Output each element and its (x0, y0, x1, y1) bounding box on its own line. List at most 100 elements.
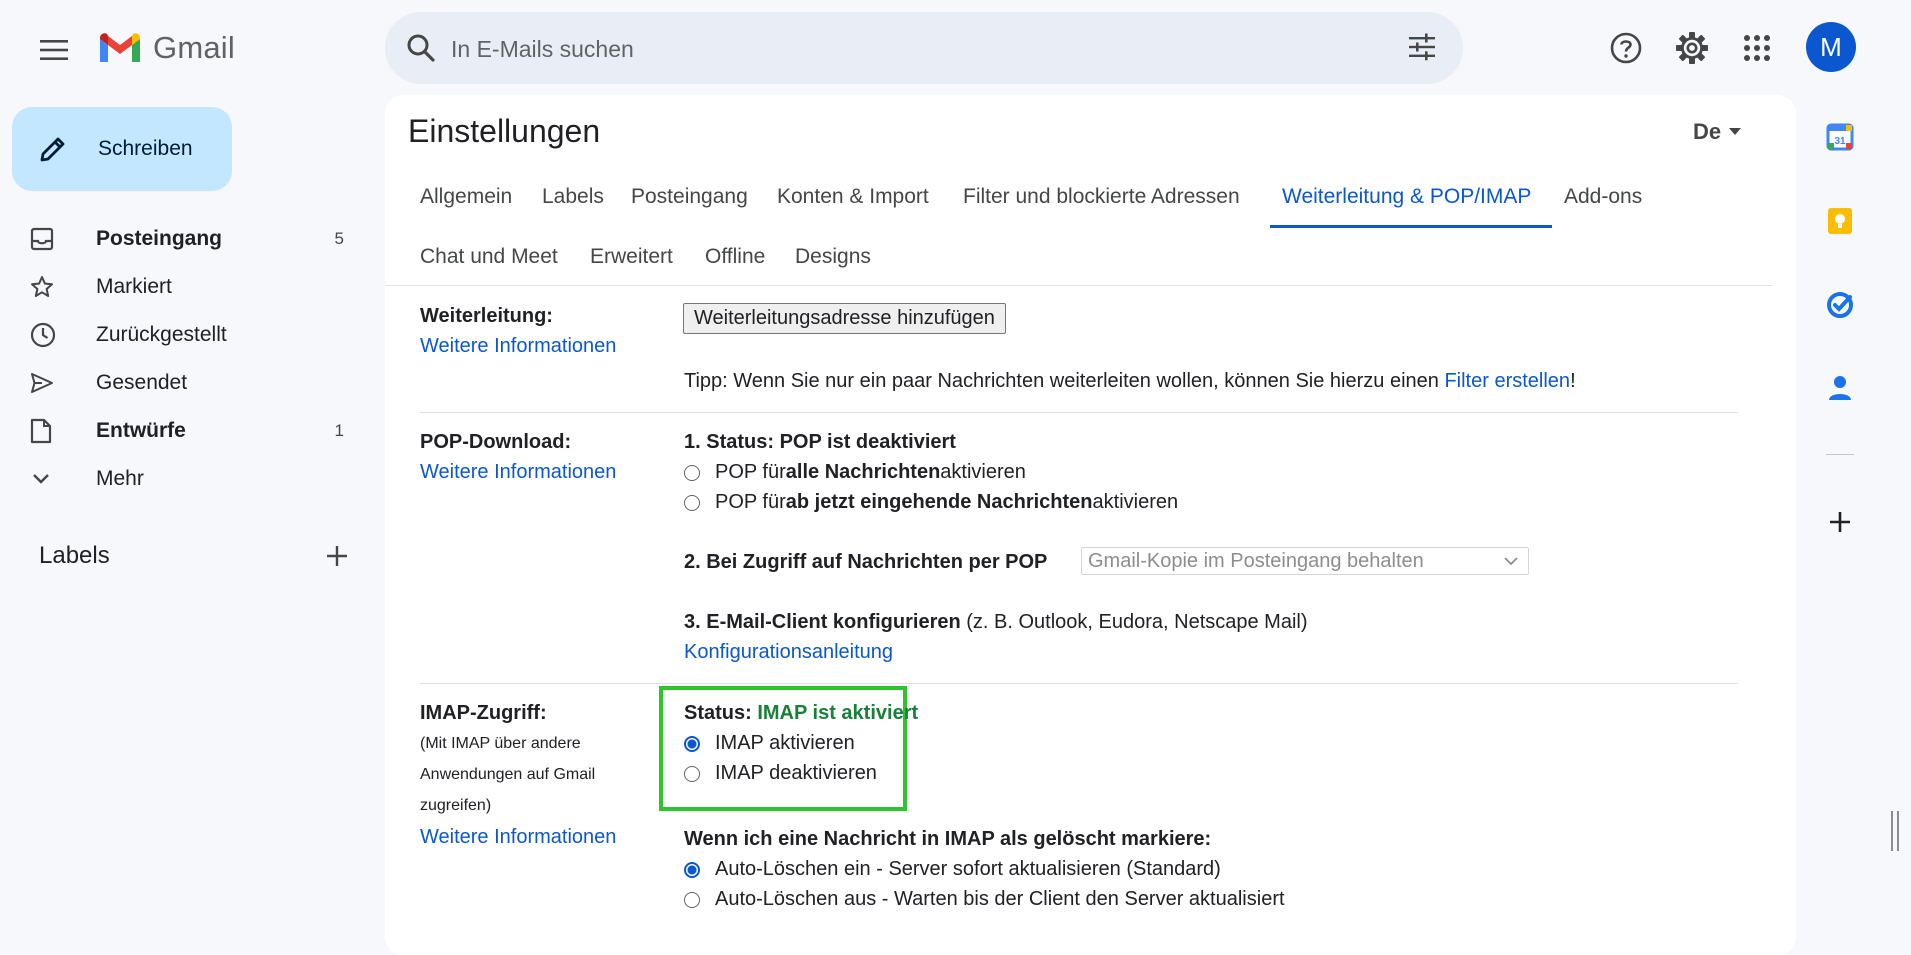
language-badge: De (1693, 119, 1722, 144)
autodelete-on-option[interactable]: Auto-Löschen ein - Server sofort aktuali… (684, 858, 1221, 881)
configure-client-examples: (z. B. Outlook, Eudora, Netscape Mail) (960, 611, 1308, 633)
side-panel-divider (1826, 454, 1854, 455)
contacts-app-button[interactable] (1818, 366, 1862, 410)
settings-button[interactable] (1668, 24, 1716, 72)
help-icon (1609, 31, 1643, 65)
radio-button[interactable] (684, 464, 700, 481)
sidebar-item-label: Posteingang (96, 227, 223, 250)
tab-offline[interactable]: Offline (705, 245, 765, 285)
clock-icon (30, 322, 66, 348)
sidebar-item-more[interactable]: Mehr (30, 457, 350, 501)
tab-accounts-import[interactable]: Konten & Import (777, 185, 929, 225)
sidebar-item-starred[interactable]: Markiert (30, 265, 350, 309)
get-addons-button[interactable] (1818, 500, 1862, 544)
tasks-app-button[interactable] (1818, 283, 1862, 327)
add-forwarding-address-button[interactable]: Weiterleitungsadresse hinzufügen (683, 303, 1006, 334)
pop-new-messages-option[interactable]: POP für ab jetzt eingehende Nachrichten … (684, 491, 1178, 514)
autodelete-off-option[interactable]: Auto-Löschen aus - Warten bis der Client… (684, 888, 1285, 911)
help-button[interactable] (1602, 24, 1650, 72)
star-icon (30, 275, 66, 299)
imap-access-label: IMAP-Zugriff: (420, 702, 547, 724)
pop-access-select[interactable]: Gmail-Kopie im Posteingang behalten (1081, 547, 1529, 575)
send-icon (30, 371, 66, 395)
apps-button[interactable] (1733, 24, 1781, 72)
configuration-guide-link[interactable]: Konfigurationsanleitung (684, 641, 893, 664)
radio-button-selected[interactable] (684, 735, 700, 752)
pop-status: 1. Status: POP ist deaktiviert (684, 431, 956, 453)
gmail-logo[interactable]: Gmail (97, 30, 235, 66)
tab-labels[interactable]: Labels (542, 185, 604, 225)
option-label: IMAP aktivieren (715, 732, 855, 754)
sidebar-item-sent[interactable]: Gesendet (30, 361, 350, 405)
keep-icon (1827, 207, 1853, 235)
app-name: Gmail (153, 30, 235, 65)
settings-panel: Einstellungen De Allgemein Labels Postei… (385, 95, 1796, 955)
keep-app-button[interactable] (1818, 199, 1862, 243)
labels-section-header: Labels (39, 542, 349, 570)
radio-button[interactable] (684, 765, 700, 782)
search-bar[interactable] (385, 12, 1463, 84)
search-options-icon[interactable] (1407, 32, 1437, 62)
row-divider (420, 412, 1738, 413)
svg-text:31: 31 (1834, 136, 1846, 147)
tip-suffix: ! (1570, 370, 1576, 392)
unread-count: 5 (334, 229, 344, 248)
add-label-icon[interactable] (325, 544, 349, 568)
main-menu-button[interactable] (30, 26, 78, 74)
imap-delete-heading: Wenn ich eine Nachricht in IMAP als gelö… (684, 828, 1212, 850)
pencil-icon (38, 134, 68, 164)
input-tools-button[interactable]: De (1693, 119, 1742, 145)
sidebar-item-label: Gesendet (96, 371, 188, 394)
apps-grid-icon (1743, 34, 1771, 62)
radio-button[interactable] (684, 494, 700, 511)
imap-more-info-link[interactable]: Weitere Informationen (420, 826, 616, 849)
tab-chat-meet[interactable]: Chat und Meet (420, 245, 558, 285)
inbox-icon (30, 227, 66, 251)
forwarding-more-info-link[interactable]: Weitere Informationen (420, 335, 616, 358)
sidebar-item-label: Entwürfe (96, 419, 186, 442)
chevron-down-icon (30, 468, 66, 490)
option-bold-text: alle Nachrichten (785, 461, 941, 483)
create-filter-link[interactable]: Filter erstellen (1444, 370, 1570, 392)
option-label: IMAP deaktivieren (715, 762, 877, 784)
forwarding-tip: Tipp: Wenn Sie nur ein paar Nachrichten … (684, 370, 1576, 393)
tabs-divider (385, 285, 1772, 286)
search-icon[interactable] (405, 32, 437, 64)
configure-client-text: 3. E-Mail-Client konfigurieren (z. B. Ou… (684, 611, 1308, 634)
pop-more-info-link[interactable]: Weitere Informationen (420, 461, 616, 484)
active-tab-indicator (1270, 225, 1552, 228)
pop-all-messages-option[interactable]: POP für alle Nachrichten aktivieren (684, 461, 1026, 484)
option-text: POP für (715, 491, 786, 513)
side-panel-resize-handle[interactable] (1891, 811, 1899, 851)
plus-icon (1828, 510, 1852, 534)
account-avatar[interactable]: M (1806, 22, 1856, 72)
select-value: Gmail-Kopie im Posteingang behalten (1088, 549, 1424, 572)
sidebar-item-label: Markiert (96, 275, 172, 298)
imap-status: Status: IMAP ist aktiviert (684, 702, 918, 725)
compose-button[interactable]: Schreiben (12, 107, 232, 191)
radio-button[interactable] (684, 891, 700, 908)
configure-client-heading: 3. E-Mail-Client konfigurieren (684, 611, 961, 633)
radio-button-selected[interactable] (684, 861, 700, 878)
calendar-app-button[interactable]: 31 (1818, 115, 1862, 159)
tab-addons[interactable]: Add-ons (1564, 185, 1642, 225)
tab-advanced[interactable]: Erweitert (590, 245, 673, 285)
tab-themes[interactable]: Designs (795, 245, 871, 285)
imap-status-prefix: Status: (684, 702, 758, 724)
sidebar-item-snoozed[interactable]: Zurückgestellt (30, 313, 350, 357)
draft-icon (30, 418, 66, 444)
option-text: POP für (715, 461, 786, 483)
tab-inbox[interactable]: Posteingang (631, 185, 748, 225)
compose-label: Schreiben (98, 137, 193, 160)
search-input[interactable] (449, 30, 1353, 68)
tab-forwarding-pop-imap[interactable]: Weiterleitung & POP/IMAP (1282, 185, 1531, 225)
option-text-suffix: aktivieren (1092, 491, 1179, 513)
tab-general[interactable]: Allgemein (420, 185, 512, 225)
sidebar-item-inbox[interactable]: Posteingang 5 (30, 217, 350, 261)
sidebar-item-drafts[interactable]: Entwürfe 1 (30, 409, 350, 453)
sidebar-item-label: Zurückgestellt (96, 323, 227, 346)
imap-disable-option[interactable]: IMAP deaktivieren (684, 762, 877, 785)
gmail-m-icon (97, 31, 143, 65)
tab-filters[interactable]: Filter und blockierte Adressen (963, 185, 1240, 225)
imap-enable-option[interactable]: IMAP aktivieren (684, 732, 855, 755)
